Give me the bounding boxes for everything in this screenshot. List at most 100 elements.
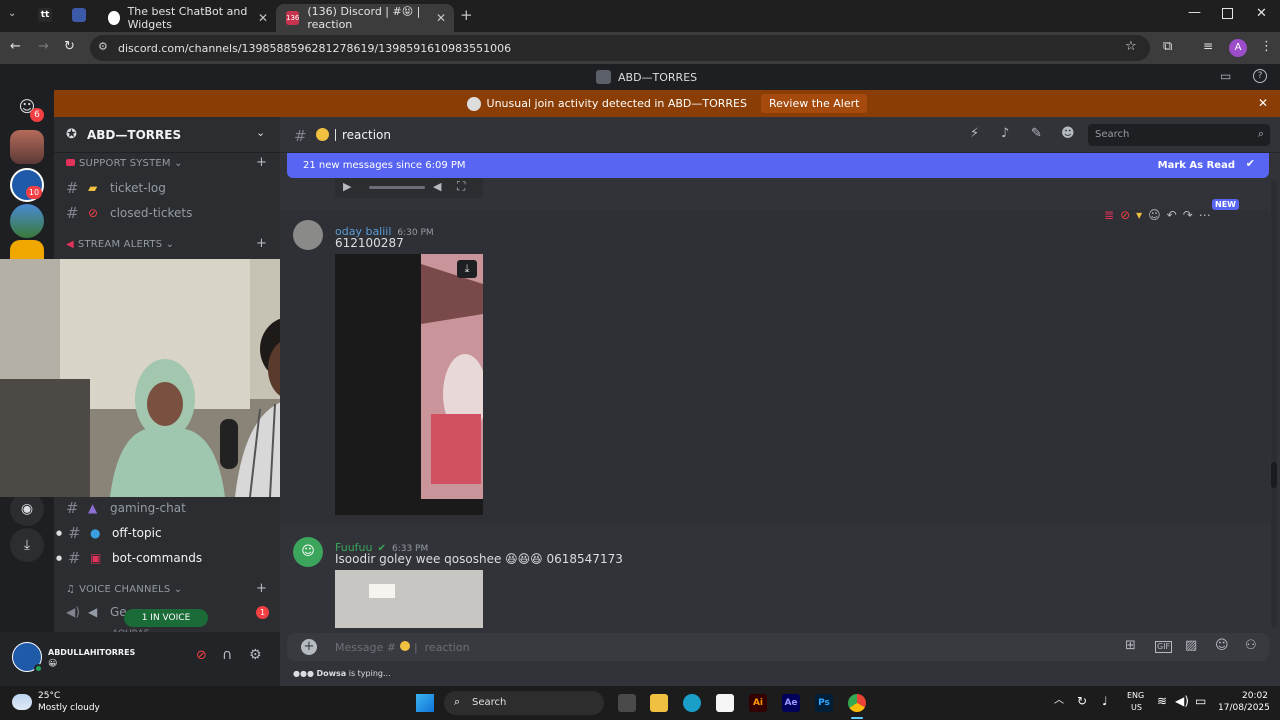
bell-icon[interactable]: ♪ [1001, 127, 1009, 140]
mark-as-read-button[interactable]: Mark As Read [1158, 160, 1235, 171]
volume-icon[interactable]: ◀ [433, 181, 441, 192]
file-explorer-icon[interactable] [650, 694, 668, 712]
gift-icon[interactable]: ⊞ [1125, 639, 1136, 652]
weather-temp[interactable]: 25°C [38, 691, 60, 701]
battery-icon[interactable]: ▭ [1195, 695, 1206, 707]
channel-off-topic[interactable]: ● # ● off-topic [56, 524, 162, 542]
voice-channel[interactable]: ◀) ◀ Ge [66, 605, 127, 619]
store-icon[interactable] [716, 694, 734, 712]
message-composer[interactable]: + Message # | reaction ⊞ GIF ▨ ☺ ⚇ [287, 633, 1269, 661]
channel-gaming-chat[interactable]: # ▲ gaming-chat [66, 499, 186, 517]
close-window-icon[interactable]: ✕ [1256, 7, 1267, 20]
url-field[interactable]: ⚙ discord.com/channels/13985885962812786… [90, 35, 1150, 61]
add-channel-icon[interactable]: + [256, 582, 267, 595]
no-entry-reaction-icon[interactable]: ⊘ [1120, 209, 1130, 227]
extensions-icon[interactable]: ⧉ [1163, 40, 1172, 53]
category-support[interactable]: SUPPORT SYSTEM ⌄ [66, 158, 183, 169]
download-icon[interactable]: ⤓ [457, 260, 477, 278]
message-scrollbar[interactable] [1271, 180, 1277, 628]
username[interactable]: ABDULLAHITORRES [48, 648, 135, 657]
inbox-icon[interactable]: ▭ [1220, 70, 1231, 82]
video-attachment[interactable]: ⤓ [335, 254, 483, 515]
threads-icon[interactable]: ⚡ [970, 127, 979, 140]
pinned-tab-icon-2[interactable] [72, 8, 86, 22]
category-stream-alerts[interactable]: ◀ STREAM ALERTS ⌄ [66, 239, 174, 250]
video-progress[interactable] [369, 186, 425, 189]
close-icon[interactable]: ✕ [258, 11, 268, 25]
flag-reaction-icon[interactable]: ≣ [1104, 209, 1114, 227]
bookmark-star-icon[interactable]: ☆ [1125, 40, 1137, 53]
illustrator-icon[interactable]: Ai [749, 694, 767, 712]
forward-icon[interactable]: → [38, 40, 49, 53]
photoshop-icon[interactable]: Ps [815, 694, 833, 712]
discover-icon[interactable]: ◉ [10, 492, 44, 526]
channel-bot-commands[interactable]: ● # ▣ bot-commands [56, 549, 202, 567]
clock-time[interactable]: 20:02 [1242, 691, 1268, 701]
server-header[interactable]: ✪ ABD—TORRES ⌄ [54, 117, 280, 153]
unread-dot-icon: ● [56, 554, 63, 562]
search-input[interactable]: Search ⌕ [1088, 124, 1270, 146]
image-attachment[interactable] [335, 570, 483, 628]
video-player-controls[interactable]: ▶ ◀ ⛶ [335, 178, 483, 198]
gif-icon[interactable]: GIF [1155, 641, 1173, 653]
after-effects-icon[interactable]: Ae [782, 694, 800, 712]
new-tab-icon[interactable]: + [460, 8, 473, 23]
reload-icon[interactable]: ↻ [64, 40, 75, 53]
muted-mic-icon[interactable]: ⊘ [196, 649, 207, 662]
play-icon[interactable]: ▶ [343, 181, 351, 192]
headphones-icon[interactable]: ∩ [222, 648, 232, 662]
fullscreen-icon[interactable]: ⛶ [457, 180, 465, 192]
volume-icon[interactable]: ◀) [1175, 695, 1189, 707]
more-icon[interactable]: ⋯ [1199, 209, 1211, 227]
tab-discord[interactable]: 136 (136) Discord | #😝 | reaction ✕ [276, 4, 454, 32]
sticker-icon[interactable]: ▨ [1185, 639, 1197, 652]
emoji-icon[interactable]: ☺ [1215, 639, 1229, 652]
avatar[interactable]: ☺ [293, 537, 323, 567]
server-icon-3[interactable] [10, 204, 44, 238]
members-icon[interactable]: ☻ [1061, 127, 1075, 140]
media-icon[interactable]: ≡ [1203, 40, 1213, 52]
lang-top[interactable]: ENG [1127, 691, 1144, 700]
pin-icon[interactable]: ✎ [1031, 127, 1042, 140]
hash-icon: # [68, 549, 81, 567]
tab-chatbot[interactable]: The best ChatBot and Widgets ✕ [98, 4, 276, 32]
maximize-icon[interactable] [1222, 8, 1233, 19]
wifi-icon[interactable]: ≋ [1157, 695, 1167, 707]
new-messages-bar[interactable]: 21 new messages since 6:09 PM Mark As Re… [287, 153, 1269, 178]
edge-icon[interactable] [683, 694, 701, 712]
add-attachment-icon[interactable]: + [301, 639, 317, 655]
add-channel-icon[interactable]: + [256, 156, 267, 169]
help-icon[interactable]: ? [1253, 69, 1267, 83]
mic-icon[interactable]: ♩ [1102, 695, 1108, 707]
profile-avatar[interactable]: A [1229, 39, 1247, 57]
review-alert-button[interactable]: Review the Alert [760, 94, 868, 113]
channel-closed-tickets[interactable]: # ⊘ closed-tickets [66, 204, 192, 222]
back-icon[interactable]: ← [10, 40, 21, 53]
avatar[interactable] [293, 220, 323, 250]
browser-menu-icon[interactable]: ⋮ [1260, 40, 1273, 53]
category-voice[interactable]: ♫ VOICE CHANNELS ⌄ [66, 584, 182, 595]
forward-icon[interactable]: ↷ [1183, 209, 1193, 227]
channel-ticket-log[interactable]: # ▰ ticket-log [66, 179, 166, 197]
taskbar-search[interactable]: ⌕ Search [444, 691, 604, 715]
chrome-icon[interactable] [848, 694, 866, 712]
download-icon[interactable]: ⤓ [10, 528, 44, 562]
add-reaction-icon[interactable]: ☺ [1148, 209, 1161, 227]
task-view-icon[interactable] [618, 694, 636, 712]
thumbs-down-reaction-icon[interactable]: ▾ [1136, 209, 1142, 227]
minimize-icon[interactable]: — [1188, 6, 1201, 19]
close-icon[interactable]: ✕ [1258, 97, 1268, 109]
windows-start-icon[interactable] [416, 694, 434, 712]
site-info-icon[interactable]: ⚙ [98, 41, 108, 52]
server-icon-1[interactable] [10, 130, 44, 164]
reply-icon[interactable]: ↶ [1167, 209, 1177, 227]
add-channel-icon[interactable]: + [256, 237, 267, 250]
scrollbar-thumb[interactable] [1271, 462, 1277, 488]
tray-chevron-icon[interactable]: ︿ [1054, 696, 1064, 706]
pinned-tab-icon[interactable]: tt [38, 8, 52, 22]
sync-icon[interactable]: ↻ [1077, 695, 1087, 707]
close-icon[interactable]: ✕ [436, 11, 446, 25]
settings-gear-icon[interactable]: ⚙ [249, 648, 262, 662]
apps-icon[interactable]: ⚇ [1245, 639, 1257, 652]
tab-search-icon[interactable]: ⌄ [8, 9, 16, 19]
